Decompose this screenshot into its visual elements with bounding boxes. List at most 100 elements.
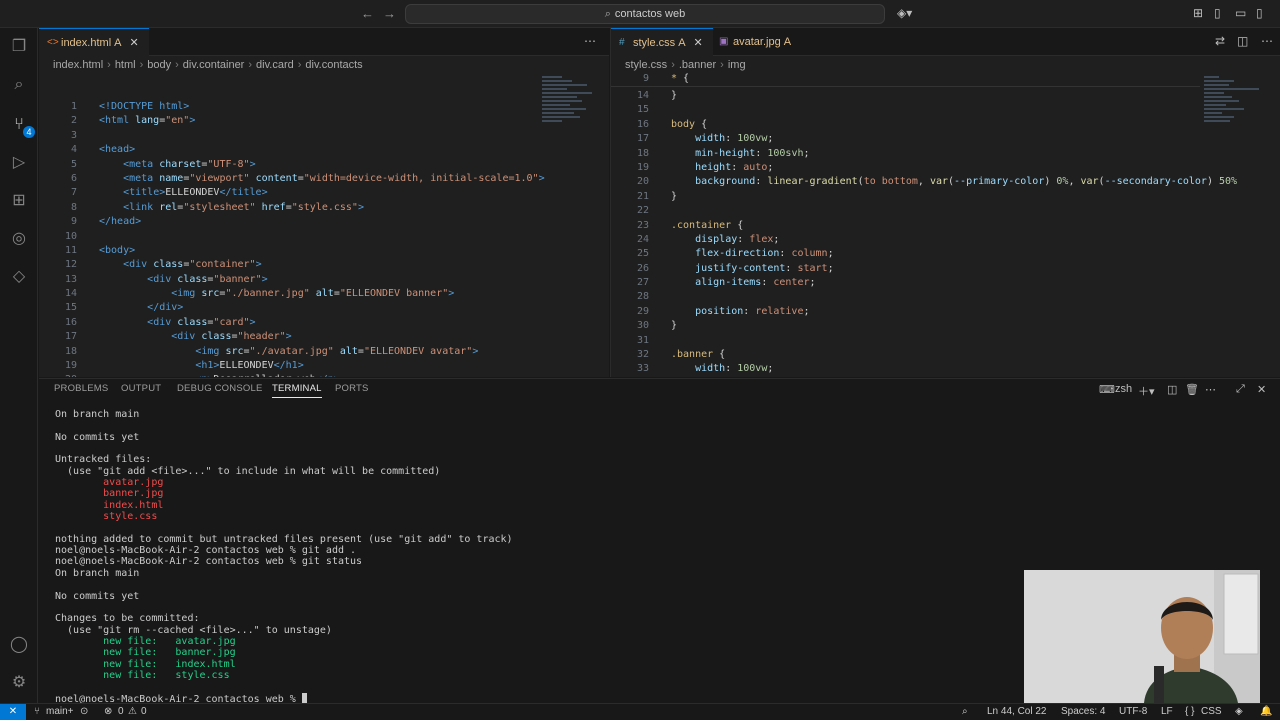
- notifications-bell-icon[interactable]: 🔔: [1260, 704, 1272, 720]
- shell-name[interactable]: zsh: [1115, 383, 1132, 395]
- account-icon[interactable]: ◯: [8, 634, 30, 656]
- toggle-panel-icon[interactable]: ▭: [1235, 6, 1246, 20]
- breadcrumb-item[interactable]: div.container: [183, 59, 245, 71]
- code-line: 25 flex-direction: column;: [611, 247, 1200, 261]
- tab-output[interactable]: OUTPUT: [121, 383, 161, 394]
- more-actions-icon[interactable]: ⋯: [1261, 34, 1273, 48]
- back-arrow-icon[interactable]: ←: [361, 6, 374, 21]
- compare-changes-icon[interactable]: ⇄: [1215, 34, 1225, 48]
- line-number: 1: [70, 101, 77, 112]
- line-number: 20: [39, 373, 99, 377]
- code-token: :: [731, 161, 744, 173]
- code-token: }: [671, 190, 678, 202]
- tab-bar: <> index.html A ✕ ⋯: [39, 28, 609, 56]
- copilot-status-icon[interactable]: ◈: [1235, 704, 1243, 720]
- chevron-right-icon: ›: [297, 59, 302, 71]
- forward-arrow-icon[interactable]: →: [383, 6, 396, 21]
- new-terminal-icon[interactable]: ＋▾: [1138, 383, 1155, 399]
- stack-icon[interactable]: ◇: [8, 266, 30, 288]
- warning-icon[interactable]: ⚠: [128, 704, 137, 720]
- split-terminal-icon[interactable]: ◫: [1167, 383, 1177, 396]
- code-token: >: [261, 273, 268, 285]
- code-line: 3: [39, 129, 529, 143]
- line-number: 5: [70, 158, 77, 170]
- toggle-secondary-sidebar-icon[interactable]: ▯: [1256, 6, 1263, 20]
- toggle-sidebar-icon[interactable]: ▯: [1214, 6, 1221, 20]
- panel-tabs: PROBLEMS OUTPUT DEBUG CONSOLE TERMINAL P…: [39, 379, 1280, 401]
- code-token: min-height: [695, 147, 756, 159]
- explorer-icon[interactable]: ❐: [8, 36, 30, 58]
- code-token: "en": [165, 115, 190, 127]
- language-mode[interactable]: CSS: [1201, 704, 1222, 720]
- tab-style-css[interactable]: # style.css A ✕: [611, 28, 713, 56]
- line-number: 33: [636, 363, 649, 375]
- run-debug-icon[interactable]: ▷: [8, 152, 30, 174]
- terminal-line: banner.jpg: [55, 488, 164, 500]
- copilot-icon[interactable]: ◈▾: [897, 6, 912, 20]
- code-token: <div: [123, 259, 154, 271]
- tab-modified-indicator: A: [678, 37, 686, 49]
- maximize-panel-icon[interactable]: ⤢: [1236, 383, 1245, 396]
- code-token: width: [695, 363, 726, 375]
- code-token: {: [701, 118, 708, 130]
- tab-ports[interactable]: PORTS: [335, 383, 369, 394]
- minimap[interactable]: [1204, 74, 1274, 194]
- breadcrumb-item[interactable]: html: [115, 59, 136, 71]
- breadcrumb-item[interactable]: body: [147, 59, 171, 71]
- database-icon[interactable]: ◎: [8, 228, 30, 250]
- extensions-icon[interactable]: ⊞: [8, 190, 30, 212]
- tab-avatar-jpg[interactable]: ▣ avatar.jpg A: [711, 28, 801, 56]
- error-icon[interactable]: ⊗: [104, 704, 112, 720]
- minimap[interactable]: [542, 74, 609, 194]
- branch-name[interactable]: main+: [46, 704, 74, 720]
- code-token: :: [785, 262, 798, 274]
- zoom-icon[interactable]: ⌕: [962, 704, 968, 720]
- terminal-output[interactable]: On branch main No commits yet Untracked …: [55, 409, 513, 705]
- code-editor[interactable]: 14} 15 16 body {17 width: 100vw; 18 min-heig…: [611, 89, 1237, 377]
- code-line: 20 <p>Desarrollador web</p>: [39, 373, 529, 377]
- code-line: 5 <meta charset="UTF-8">: [39, 158, 529, 172]
- code-token: >: [255, 259, 262, 271]
- breadcrumb-item[interactable]: style.css: [625, 59, 667, 71]
- sync-icon[interactable]: ⊙: [80, 704, 88, 720]
- breadcrumb-item[interactable]: div.contacts: [305, 59, 362, 71]
- warning-count[interactable]: 0: [141, 704, 147, 720]
- split-editor-icon[interactable]: ◫: [1237, 34, 1248, 48]
- remote-indicator-icon[interactable]: ✕: [0, 704, 26, 720]
- code-token: "ELLEONDEV banner": [339, 288, 449, 300]
- breadcrumb-item[interactable]: div.card: [256, 59, 294, 71]
- code-token: <head>: [99, 144, 136, 156]
- code-token: 100vw: [737, 363, 768, 375]
- trash-icon[interactable]: 🗑: [1185, 383, 1199, 396]
- close-icon[interactable]: ✕: [129, 37, 138, 49]
- command-center-search[interactable]: ⌕ contactos web: [405, 4, 885, 24]
- breadcrumb-item[interactable]: .banner: [679, 59, 716, 71]
- settings-gear-icon[interactable]: ⚙: [8, 672, 30, 694]
- error-count[interactable]: 0: [118, 704, 124, 720]
- close-panel-icon[interactable]: ✕: [1257, 383, 1266, 396]
- breadcrumb-item[interactable]: index.html: [53, 59, 103, 71]
- code-editor[interactable]: 1 <!DOCTYPE html> 2 <html lang="en"> 3 4 <head…: [39, 100, 545, 377]
- breadcrumb-item[interactable]: img: [728, 59, 746, 71]
- source-control-icon[interactable]: ⑂ 4: [8, 114, 35, 138]
- more-actions-icon[interactable]: ⋯: [1205, 383, 1216, 396]
- tab-problems[interactable]: PROBLEMS: [54, 383, 108, 394]
- customize-layout-icon[interactable]: ⊞: [1193, 6, 1203, 20]
- line-number: 9: [70, 216, 77, 228]
- end-of-line[interactable]: LF: [1161, 704, 1173, 720]
- indentation[interactable]: Spaces: 4: [1061, 704, 1105, 720]
- more-actions-icon[interactable]: ⋯: [584, 34, 596, 48]
- tab-debug-console[interactable]: DEBUG CONSOLE: [177, 383, 262, 394]
- code-token: {: [719, 349, 726, 361]
- search-icon[interactable]: ⌕: [8, 74, 30, 96]
- close-icon[interactable]: ✕: [694, 37, 703, 49]
- encoding[interactable]: UTF-8: [1119, 704, 1147, 720]
- line-number: 6: [70, 172, 77, 184]
- tab-terminal[interactable]: TERMINAL: [272, 383, 322, 398]
- cursor-position[interactable]: Ln 44, Col 22: [987, 704, 1047, 720]
- code-token: --primary-color: [954, 176, 1045, 188]
- code-token: </div>: [147, 302, 184, 314]
- tab-index-html[interactable]: <> index.html A ✕: [39, 28, 149, 56]
